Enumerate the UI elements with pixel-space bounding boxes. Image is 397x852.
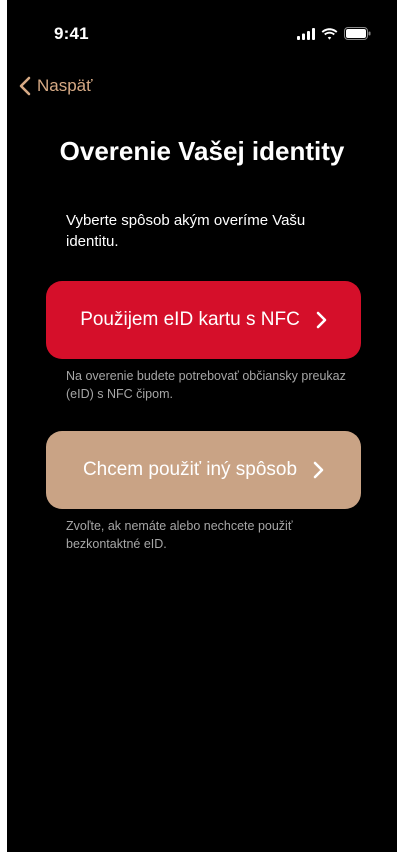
eid-nfc-note: Na overenie budete potrebovať občiansky …	[66, 369, 346, 401]
wifi-icon	[321, 27, 338, 40]
chevron-right-icon	[316, 311, 327, 329]
back-button[interactable]: Naspäť	[19, 76, 93, 96]
status-icons	[297, 27, 371, 40]
battery-icon	[344, 27, 371, 40]
signal-icon	[297, 27, 315, 40]
status-bar: 9:41	[7, 0, 397, 54]
other-method-button[interactable]: Chcem použiť iný spôsob	[46, 431, 361, 509]
page-title: Overenie Vašej identity	[59, 136, 345, 166]
back-label: Naspäť	[37, 76, 93, 95]
status-time: 9:41	[54, 24, 89, 43]
other-method-button-label: Chcem použiť iný spôsob	[82, 459, 298, 480]
chevron-left-icon	[19, 76, 31, 96]
eid-nfc-button[interactable]: Použijem eID kartu s NFC	[46, 281, 361, 359]
chevron-right-icon	[313, 461, 324, 479]
app-screen: 9:41 Naspäť Overenie Vašej identity Vybe…	[7, 0, 397, 852]
eid-nfc-button-label: Použijem eID kartu s NFC	[80, 309, 300, 330]
other-method-note: Zvoľte, ak nemáte alebo nechcete použiť …	[66, 519, 293, 551]
page-subtitle: Vyberte spôsob akým overíme Vašu identit…	[66, 212, 306, 250]
